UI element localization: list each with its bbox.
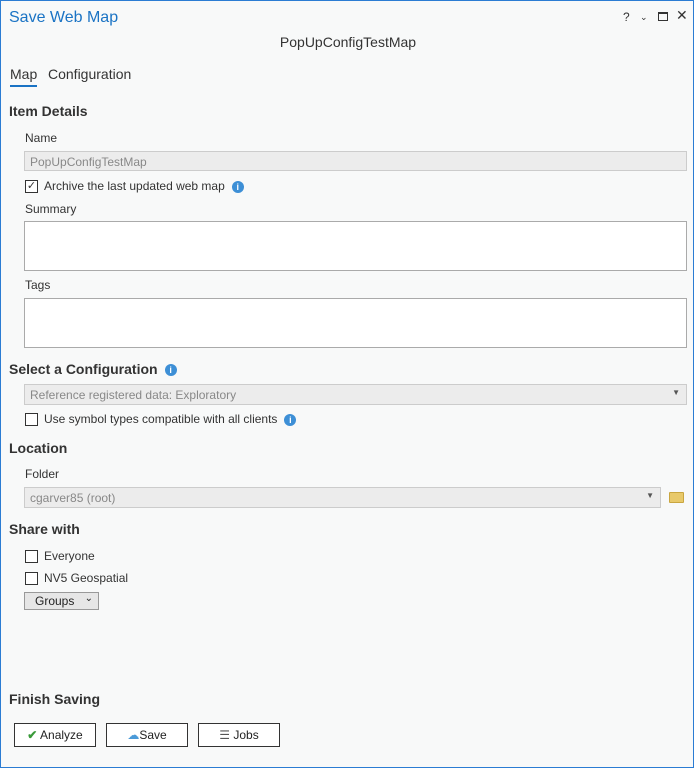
save-web-map-window: Save Web Map ? ⌄ ✕ PopUpConfigTestMap Ma… — [0, 0, 694, 768]
everyone-checkbox[interactable]: Everyone — [25, 549, 95, 564]
archive-label: Archive the last updated web map — [44, 179, 225, 193]
groups-dropdown[interactable]: Groups ⌄ — [24, 592, 99, 610]
summary-input[interactable] — [24, 221, 687, 271]
name-input[interactable]: PopUpConfigTestMap — [24, 151, 687, 171]
window-title: Save Web Map — [9, 9, 119, 26]
configuration-selected: Reference registered data: Exploratory — [30, 388, 237, 402]
org-label: NV5 Geospatial — [44, 571, 129, 585]
chevron-down-icon: ⌄ — [84, 593, 93, 604]
jobs-button[interactable]: ☰ Jobs — [198, 723, 280, 747]
save-label: Save — [139, 728, 167, 742]
info-icon[interactable]: i — [231, 180, 244, 193]
everyone-label: Everyone — [44, 549, 95, 563]
maximize-icon[interactable] — [658, 12, 668, 21]
list-icon: ☰ — [219, 728, 231, 742]
tags-input[interactable] — [24, 298, 687, 348]
name-label: Name — [25, 131, 58, 145]
summary-label: Summary — [25, 202, 77, 216]
browse-folder-icon[interactable] — [669, 492, 684, 503]
configuration-select[interactable]: Reference registered data: Exploratory ▼ — [24, 384, 687, 405]
symbol-types-checkbox[interactable]: Use symbol types compatible with all cli… — [25, 412, 297, 427]
analyze-label: Analyze — [40, 728, 83, 742]
jobs-label: Jobs — [233, 728, 259, 742]
checkbox[interactable] — [25, 550, 38, 564]
save-button[interactable]: ☁Save — [106, 723, 188, 747]
location-heading: Location — [9, 440, 68, 456]
chevron-down-icon[interactable]: ⌄ — [640, 12, 648, 23]
checkbox[interactable] — [25, 572, 38, 586]
archive-checkbox[interactable]: ✓ Archive the last updated web map i — [25, 179, 244, 194]
tags-label: Tags — [25, 278, 51, 292]
configuration-heading-text: Select a Configuration — [9, 361, 158, 377]
item-details-heading: Item Details — [9, 103, 88, 119]
folder-value: cgarver85 (root) — [30, 491, 116, 505]
symbol-types-label: Use symbol types compatible with all cli… — [44, 412, 278, 426]
org-checkbox[interactable]: NV5 Geospatial — [25, 571, 129, 586]
finish-heading: Finish Saving — [9, 691, 101, 707]
share-heading: Share with — [9, 521, 80, 537]
tab-map[interactable]: Map — [10, 66, 38, 87]
help-button[interactable]: ? — [623, 10, 630, 24]
check-icon: ✔ — [27, 728, 38, 742]
folder-select[interactable]: cgarver85 (root) ▼ — [24, 487, 661, 508]
folder-label: Folder — [25, 467, 60, 481]
info-icon[interactable]: i — [284, 413, 297, 426]
groups-label: Groups — [35, 594, 75, 608]
cloud-icon: ☁ — [127, 728, 140, 742]
info-icon[interactable]: i — [164, 364, 177, 377]
checkbox[interactable] — [25, 413, 38, 427]
caret-down-icon: ▼ — [672, 388, 680, 397]
caret-down-icon: ▼ — [646, 491, 654, 500]
close-icon[interactable]: ✕ — [676, 7, 688, 24]
map-name-header: PopUpConfigTestMap — [279, 34, 417, 50]
checkbox[interactable]: ✓ — [25, 180, 38, 194]
analyze-button[interactable]: ✔ Analyze — [14, 723, 96, 747]
tab-configuration[interactable]: Configuration — [48, 66, 131, 82]
configuration-heading: Select a Configuration i — [9, 361, 177, 377]
